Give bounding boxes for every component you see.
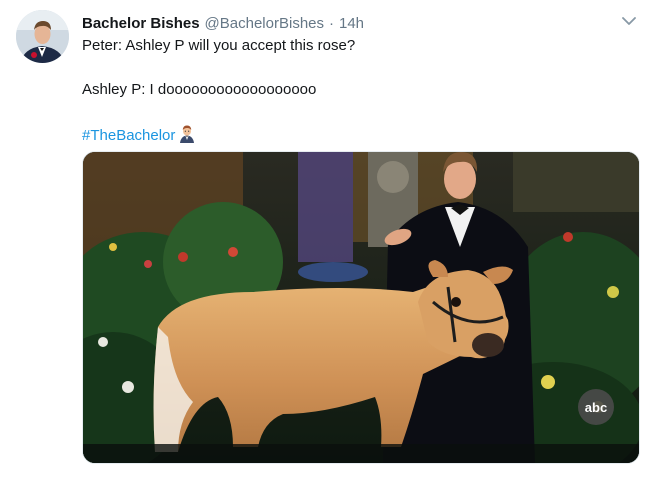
tweet-line-1: Peter: Ashley P will you accept this ros… bbox=[82, 37, 356, 54]
timestamp[interactable]: 14h bbox=[339, 15, 364, 32]
tweet-text: Peter: Ashley P will you accept this ros… bbox=[82, 35, 638, 147]
tweet-header: Bachelor Bishes @BachelorBishes · 14h bbox=[82, 12, 638, 34]
chevron-down-icon[interactable] bbox=[620, 14, 638, 28]
tweet-line-2: Ashley P: I doooooooooooooooooo bbox=[82, 81, 317, 98]
abc-logo: abc bbox=[585, 400, 607, 415]
man-in-tuxedo-emoji bbox=[177, 123, 197, 143]
display-name[interactable]: Bachelor Bishes bbox=[82, 15, 200, 32]
separator-dot: · bbox=[329, 14, 334, 32]
hashtag-line: #TheBachelor bbox=[82, 123, 638, 147]
hashtag-link[interactable]: #TheBachelor bbox=[82, 127, 175, 144]
tweet-media-image[interactable]: abc bbox=[82, 151, 640, 464]
user-handle[interactable]: @BachelorBishes bbox=[205, 15, 324, 32]
avatar[interactable] bbox=[16, 10, 69, 63]
